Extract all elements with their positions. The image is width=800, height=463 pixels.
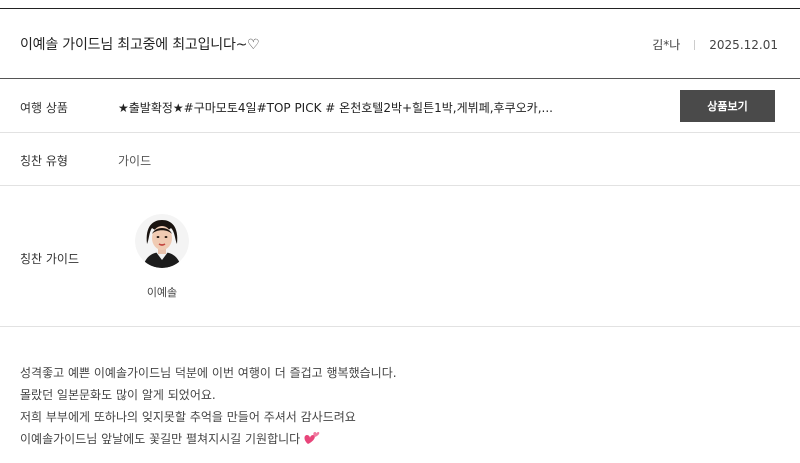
review-detail: 이예솔 가이드님 최고중에 최고입니다~♡ 김*나 2025.12.01 여행 …: [0, 0, 800, 463]
message-line-text: 이예솔가이드님 앞날에도 꽃길만 펼쳐지시길 기원합니다: [20, 432, 301, 446]
praise-guide-label: 칭찬 가이드: [20, 252, 80, 266]
review-meta: 김*나 2025.12.01: [652, 36, 778, 53]
view-product-button[interactable]: 상품보기: [680, 90, 775, 122]
review-date: 2025.12.01: [709, 37, 778, 52]
guide-card: 이예솔: [133, 214, 191, 300]
review-body: 성격좋고 예쁜 이예솔가이드님 덕분에 이번 여행이 더 즐겁고 행복했습니다.…: [20, 362, 780, 450]
two-hearts-icon: [304, 432, 320, 444]
praise-type-label: 칭찬 유형: [20, 154, 68, 168]
review-author: 김*나: [652, 38, 681, 52]
praise-type-value: 가이드: [118, 154, 152, 168]
product-name[interactable]: ★출발확정★#구마모토4일#TOP PICK # 온천호텔2박+힐튼1박,게뷔페…: [118, 99, 558, 116]
review-header: 이예솔 가이드님 최고중에 최고입니다~♡ 김*나 2025.12.01: [0, 9, 800, 78]
message-line: 몰랐던 일본문화도 많이 알게 되었어요.: [20, 388, 216, 402]
guide-name: 이예솔: [146, 286, 178, 299]
praise-type-row: 칭찬 유형 가이드: [0, 133, 800, 186]
review-title: 이예솔 가이드님 최고중에 최고입니다~♡: [20, 37, 260, 53]
praise-guide-row: 칭찬 가이드 이예솔: [0, 186, 800, 327]
message-line: 저희 부부에게 또하나의 잊지못할 추억을 만들어 주셔서 감사드려요: [20, 410, 356, 424]
message-line: 성격좋고 예쁜 이예솔가이드님 덕분에 이번 여행이 더 즐겁고 행복했습니다.: [20, 366, 397, 380]
product-label: 여행 상품: [20, 101, 68, 115]
message-line-last: 이예솔가이드님 앞날에도 꽃길만 펼쳐지시길 기원합니다: [20, 428, 780, 450]
product-row: 여행 상품 ★출발확정★#구마모토4일#TOP PICK # 온천호텔2박+힐튼…: [0, 79, 800, 133]
meta-separator: [694, 39, 696, 50]
guide-avatar: [135, 214, 189, 268]
